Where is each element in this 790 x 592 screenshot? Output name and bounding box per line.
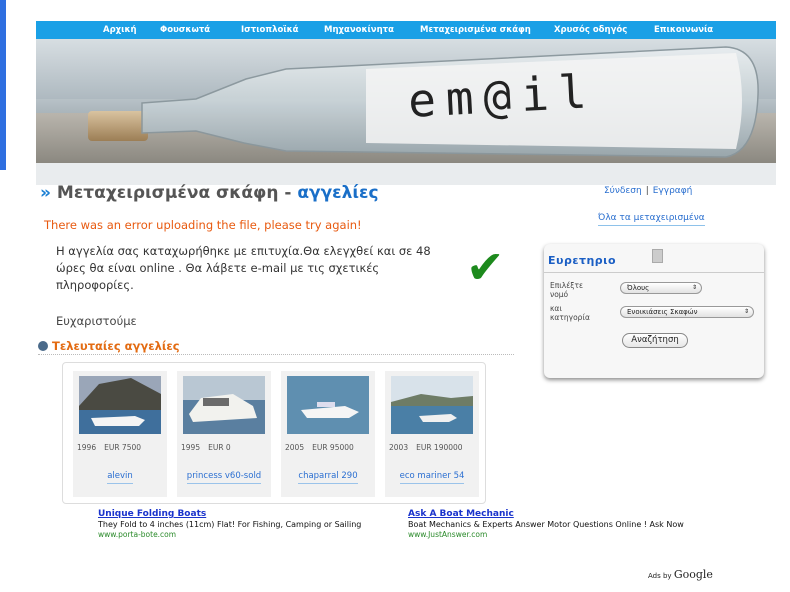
ad-block: Unique Folding Boats They Fold to 4 inch…: [98, 509, 361, 540]
select-arrows-icon: ⇕: [743, 308, 749, 315]
region-select[interactable]: Όλους ⇕: [620, 282, 702, 294]
region-label: Επιλέξτε νομό: [550, 281, 584, 299]
nav-item-motorboats[interactable]: Μηχανοκίνητα: [324, 25, 394, 35]
ads-by-prefix: Ads by: [648, 572, 672, 580]
error-message: There was an error uploading the file, p…: [44, 218, 362, 232]
ads-by-google[interactable]: Ads by Google: [648, 568, 713, 581]
search-button[interactable]: Αναζήτηση: [622, 333, 688, 348]
listing-card: 2003 EUR 190000 eco mariner 54: [385, 371, 479, 497]
ad-title-link[interactable]: Ask A Boat Mechanic: [408, 509, 684, 519]
listing-price: EUR 0: [208, 443, 231, 452]
page-title: » Μεταχειρισμένα σκάφη - αγγελίες: [40, 183, 379, 203]
all-used-boats-link[interactable]: Όλα τα μεταχειρισμένα: [598, 213, 705, 226]
page-title-main: Μεταχειρισμένα σκάφη -: [56, 183, 292, 203]
ad-url-link[interactable]: www.porta-bote.com: [98, 530, 361, 540]
boat-photo[interactable]: [79, 376, 161, 434]
thanks-message: Ευχαριστούμε: [56, 314, 137, 328]
listing-price: EUR 7500: [104, 443, 142, 452]
ad-block: Ask A Boat Mechanic Boat Mechanics & Exp…: [408, 509, 684, 540]
page: Αρχική Φουσκωτά Ιστιοπλοϊκά Μηχανοκίνητα…: [0, 0, 790, 592]
listing-price: EUR 95000: [312, 443, 354, 452]
nav-item-home[interactable]: Αρχική: [103, 25, 137, 35]
listing-name-link[interactable]: eco mariner 54: [399, 471, 465, 484]
index-divider: [544, 272, 764, 273]
banner-strip: [36, 163, 776, 185]
listing-name-link[interactable]: alevin: [107, 471, 133, 484]
category-select-value: Ενοικιάσεις Σκαφών: [627, 308, 698, 316]
nav-item-inflatables[interactable]: Φουσκωτά: [160, 25, 210, 35]
success-message: Η αγγελία σας καταχωρήθηκε με επιτυχία.Θ…: [56, 244, 431, 292]
latest-listings: 1996 EUR 7500 alevin 1995 EUR 0 princess v…: [62, 362, 486, 504]
listing-card: 1996 EUR 7500 alevin: [73, 371, 167, 497]
index-title: Ευρετηριο: [548, 254, 617, 267]
banner-text: em@il: [406, 64, 598, 128]
listing-card: 1995 EUR 0 princess v60-sold: [177, 371, 271, 497]
nav-item-used-boats[interactable]: Μεταχειρισμένα σκάφη: [420, 25, 531, 35]
ad-title-link[interactable]: Unique Folding Boats: [98, 509, 361, 519]
listing-year: 2005: [285, 443, 305, 452]
boat-photo[interactable]: [287, 376, 369, 434]
page-title-accent: αγγελίες: [297, 183, 379, 203]
boat-photo[interactable]: [391, 376, 473, 434]
nav-item-sailboats[interactable]: Ιστιοπλοϊκά: [241, 25, 299, 35]
listing-price: EUR 190000: [416, 443, 463, 452]
header-banner: em@il: [36, 39, 776, 163]
left-edge-bar: [0, 0, 6, 170]
checkmark-icon: ✔: [466, 240, 505, 294]
region-select-value: Όλους: [627, 284, 650, 292]
ad-description: Boat Mechanics & Experts Answer Motor Qu…: [408, 520, 684, 529]
google-logo: Google: [673, 568, 713, 581]
login-link[interactable]: Σύνδεση: [604, 186, 642, 196]
main-nav: Αρχική Φουσκωτά Ιστιοπλοϊκά Μηχανοκίνητα…: [36, 21, 776, 39]
listing-name-link[interactable]: princess v60-sold: [186, 471, 262, 484]
select-arrows-icon: ⇕: [691, 284, 697, 291]
category-label: και κατηγορία: [550, 304, 590, 322]
listing-year: 1995: [181, 443, 201, 452]
index-panel: Ευρετηριο Επιλέξτε νομό Όλους ⇕ και κατηγ…: [544, 244, 764, 378]
ad-description: They Fold to 4 inches (11cm) Flat! For F…: [98, 520, 362, 529]
listing-name-link[interactable]: chaparral 290: [298, 471, 358, 484]
account-links: Σύνδεση | Εγγραφή: [604, 186, 693, 196]
globe-icon: [38, 341, 48, 351]
listing-year: 1996: [77, 443, 97, 452]
ad-url-link[interactable]: www.JustAnswer.com: [408, 530, 684, 540]
listing-year: 2003: [389, 443, 409, 452]
document-icon: [652, 249, 663, 263]
category-select[interactable]: Ενοικιάσεις Σκαφών ⇕: [620, 306, 754, 318]
register-link[interactable]: Εγγραφή: [653, 186, 693, 196]
listing-card: 2005 EUR 95000 chaparral 290: [281, 371, 375, 497]
latest-listings-title: Τελευταίες αγγελίες: [52, 339, 180, 353]
nav-item-contact[interactable]: Επικοινωνία: [654, 25, 713, 35]
latest-listings-heading: Τελευταίες αγγελίες: [38, 339, 514, 355]
boat-photo[interactable]: [183, 376, 265, 434]
nav-item-golden-guide[interactable]: Χρυσός οδηγός: [554, 25, 627, 35]
